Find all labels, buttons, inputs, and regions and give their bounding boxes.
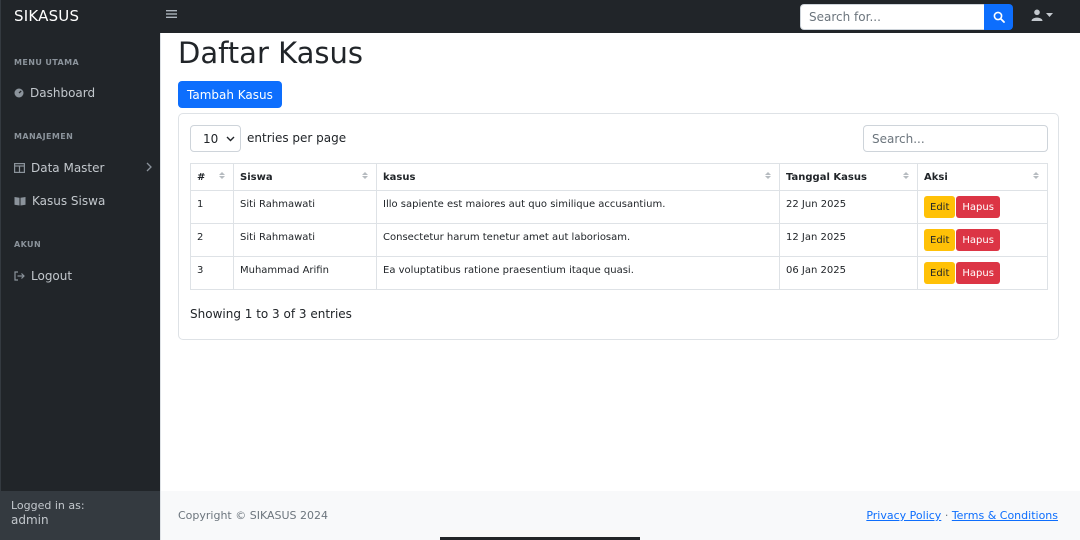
cell-tanggal: 06 Jan 2025 bbox=[779, 256, 918, 290]
footer-separator: · bbox=[944, 509, 949, 522]
column-header-tanggal[interactable]: Tanggal Kasus bbox=[779, 163, 918, 191]
cell-kasus: Consectetur harum tenetur amet aut labor… bbox=[376, 223, 780, 257]
brand-logo[interactable]: SIKASUS bbox=[14, 7, 79, 25]
footer-links: Privacy Policy · Terms & Conditions bbox=[866, 509, 1058, 522]
hamburger-icon[interactable] bbox=[166, 9, 178, 21]
sort-icon bbox=[362, 172, 368, 179]
table-row: 1 Siti Rahmawati Illo sapiente est maior… bbox=[190, 190, 1048, 224]
cell-siswa: Muhammad Arifin bbox=[233, 256, 377, 290]
column-header-aksi[interactable]: Aksi bbox=[917, 163, 1048, 191]
sidebar-heading-manajemen: MANAJEMEN bbox=[14, 132, 74, 141]
sort-icon bbox=[1033, 172, 1039, 179]
table-search-input[interactable] bbox=[863, 125, 1048, 152]
cell-siswa: Siti Rahmawati bbox=[233, 223, 377, 257]
top-navbar: SIKASUS bbox=[0, 0, 1080, 33]
dashboard-icon bbox=[14, 88, 24, 98]
sidebar: MENU UTAMA Dashboard MANAJEMEN Data Mast… bbox=[0, 33, 161, 540]
cell-aksi: Edit Hapus bbox=[917, 256, 1048, 290]
cell-no: 2 bbox=[190, 223, 234, 257]
sort-icon bbox=[219, 172, 225, 179]
sidebar-item-logout[interactable]: Logout bbox=[14, 266, 154, 286]
page-footer: Copyright © SIKASUS 2024 Privacy Policy … bbox=[160, 491, 1080, 540]
sidebar-item-dashboard[interactable]: Dashboard bbox=[14, 83, 154, 103]
sort-icon bbox=[765, 172, 771, 179]
logged-in-username: admin bbox=[11, 513, 49, 527]
column-header-kasus[interactable]: kasus bbox=[376, 163, 780, 191]
sidebar-heading-menu-utama: MENU UTAMA bbox=[14, 58, 80, 67]
table-info: Showing 1 to 3 of 3 entries bbox=[190, 307, 352, 321]
sidebar-item-label: Data Master bbox=[31, 161, 105, 175]
cell-kasus: Illo sapiente est maiores aut quo simili… bbox=[376, 190, 780, 224]
book-icon bbox=[14, 197, 26, 206]
per-page-label: entries per page bbox=[247, 131, 347, 145]
column-header-siswa[interactable]: Siswa bbox=[233, 163, 377, 191]
terms-link[interactable]: Terms & Conditions bbox=[952, 509, 1058, 522]
edit-button[interactable]: Edit bbox=[924, 229, 956, 251]
column-header-no[interactable]: # bbox=[190, 163, 234, 191]
data-table-card: 10 entries per page # Siswa kasus Tangga… bbox=[178, 113, 1059, 340]
navbar-search-input[interactable] bbox=[800, 4, 984, 30]
user-menu[interactable] bbox=[1031, 9, 1053, 21]
edit-button[interactable]: Edit bbox=[924, 262, 956, 284]
table-row: 3 Muhammad Arifin Ea voluptatibus ration… bbox=[190, 256, 1048, 290]
delete-button[interactable]: Hapus bbox=[956, 229, 1000, 251]
sidebar-item-label: Dashboard bbox=[30, 86, 96, 100]
sidebar-heading-akun: AKUN bbox=[14, 240, 42, 249]
sidebar-item-kasus-siswa[interactable]: Kasus Siswa bbox=[14, 191, 154, 211]
logout-icon bbox=[14, 271, 25, 281]
page-title: Daftar Kasus bbox=[178, 36, 363, 70]
sort-icon bbox=[903, 172, 909, 179]
search-icon bbox=[993, 11, 1005, 23]
sidebar-item-label: Logout bbox=[31, 269, 73, 283]
cases-table: # Siswa kasus Tanggal Kasus Aksi 1 Siti … bbox=[190, 163, 1048, 290]
user-icon bbox=[1031, 9, 1043, 21]
add-case-button[interactable]: Tambah Kasus bbox=[178, 81, 282, 108]
delete-button[interactable]: Hapus bbox=[956, 196, 1000, 218]
copyright-text: Copyright © SIKASUS 2024 bbox=[178, 509, 329, 522]
sidebar-item-label: Kasus Siswa bbox=[32, 194, 106, 208]
logged-in-label: Logged in as: bbox=[11, 499, 85, 512]
sidebar-footer: Logged in as: admin bbox=[1, 491, 161, 540]
caret-down-icon bbox=[1046, 13, 1053, 17]
navbar-search-button[interactable] bbox=[984, 4, 1013, 30]
cell-aksi: Edit Hapus bbox=[917, 223, 1048, 257]
cell-aksi: Edit Hapus bbox=[917, 190, 1048, 224]
sidebar-item-data-master[interactable]: Data Master bbox=[14, 158, 154, 178]
per-page-select[interactable]: 10 bbox=[190, 125, 241, 152]
main-content: Daftar Kasus Tambah Kasus 10 entries per… bbox=[160, 33, 1080, 491]
cell-no: 3 bbox=[190, 256, 234, 290]
chevron-down-icon bbox=[226, 136, 235, 141]
edit-button[interactable]: Edit bbox=[924, 196, 956, 218]
chevron-right-icon bbox=[146, 162, 152, 172]
table-row: 2 Siti Rahmawati Consectetur harum tenet… bbox=[190, 223, 1048, 257]
cell-tanggal: 12 Jan 2025 bbox=[779, 223, 918, 257]
table-header-row: # Siswa kasus Tanggal Kasus Aksi bbox=[190, 163, 1048, 191]
cell-kasus: Ea voluptatibus ratione praesentium itaq… bbox=[376, 256, 780, 290]
navbar-search bbox=[800, 4, 1013, 30]
delete-button[interactable]: Hapus bbox=[956, 262, 1000, 284]
privacy-policy-link[interactable]: Privacy Policy bbox=[866, 509, 941, 522]
cell-siswa: Siti Rahmawati bbox=[233, 190, 377, 224]
per-page-value: 10 bbox=[203, 131, 219, 146]
columns-icon bbox=[14, 163, 25, 173]
cell-tanggal: 22 Jun 2025 bbox=[779, 190, 918, 224]
cell-no: 1 bbox=[190, 190, 234, 224]
